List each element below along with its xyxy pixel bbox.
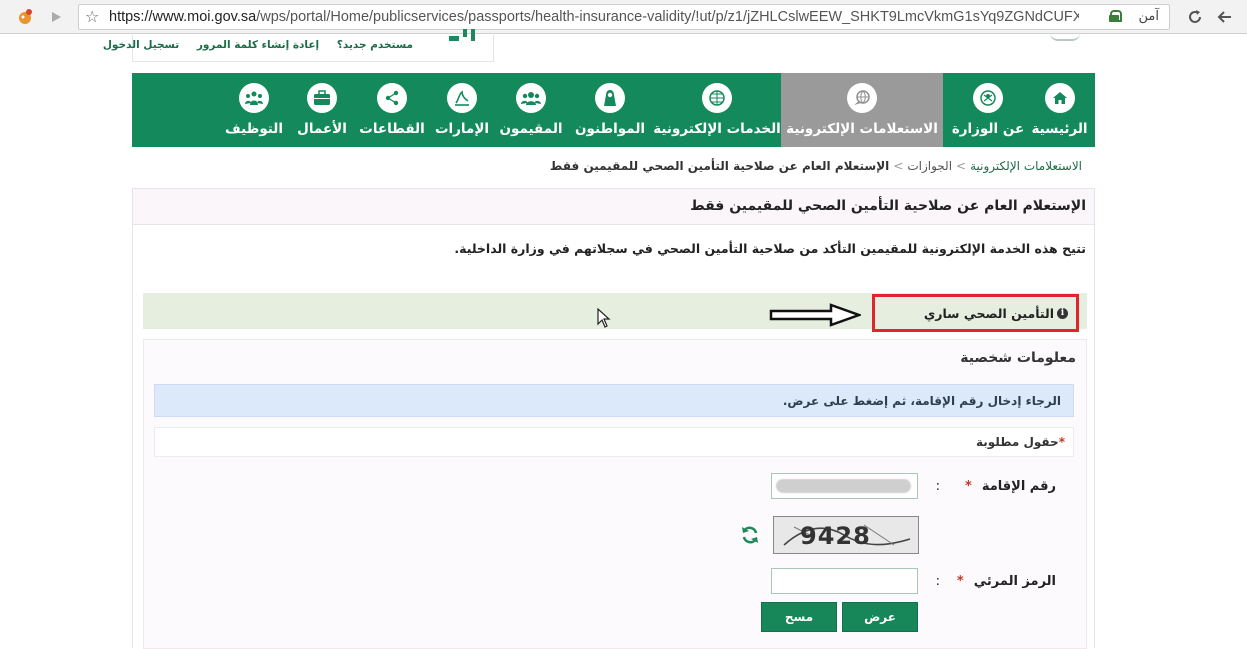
- url-text: https://www.moi.gov.sa/wps/portal/Home/p…: [109, 9, 1079, 25]
- page-title: الإستعلام العام عن صلاحية التأمين الصحي …: [690, 198, 1086, 214]
- required-fields-note: *حقول مطلوبة: [154, 427, 1074, 457]
- address-bar[interactable]: ☆ https://www.moi.gov.sa/wps/portal/Home…: [78, 4, 1170, 30]
- colon: :: [935, 479, 940, 494]
- redacted-value: [776, 479, 911, 493]
- back-icon[interactable]: [1214, 6, 1236, 28]
- login-link[interactable]: تسجيل الدخول: [103, 39, 179, 51]
- residents-icon: [516, 83, 546, 113]
- captcha-input[interactable]: [771, 568, 918, 594]
- lock-icon: [1109, 10, 1122, 22]
- nav-item-e-services[interactable]: الخدمات الإلكترونية: [653, 73, 781, 147]
- briefcase-icon: [307, 83, 337, 113]
- top-links: مستخدم جديد؟ إعادة إنشاء كلمة المرور تسج…: [89, 39, 413, 51]
- refresh-captcha-icon[interactable]: [739, 524, 761, 546]
- top-links-bar: مستخدم جديد؟ إعادة إنشاء كلمة المرور تسج…: [103, 29, 494, 62]
- required-asterisk: *: [965, 479, 972, 494]
- emirates-icon: [447, 83, 477, 113]
- nav-item-home[interactable]: الرئيسية: [1031, 73, 1088, 147]
- captcha-label: الرمز المرئي: [973, 574, 1056, 589]
- emblem-icon: [973, 83, 1003, 113]
- submit-button[interactable]: عرض: [842, 602, 918, 632]
- nav-item-emirates[interactable]: الإمارات: [429, 73, 495, 147]
- reload-icon[interactable]: [1184, 6, 1206, 28]
- info-icon: i: [1057, 307, 1068, 319]
- nav-item-e-inquiries[interactable]: الاستعلامات الإلكترونية: [781, 73, 943, 147]
- header-decoration: [1050, 33, 1080, 41]
- captcha-row: الرمز المرئي * :: [142, 568, 1086, 598]
- arrow-annotation-icon: [769, 303, 861, 327]
- employment-icon: [239, 83, 269, 113]
- status-highlight: i التأمين الصحي ساري: [872, 294, 1079, 332]
- service-description: تتيح هذه الخدمة الإلكترونية للمقيمين الت…: [454, 241, 1086, 256]
- captcha-image: 9428: [773, 516, 919, 554]
- globe-hand-icon: [847, 83, 877, 113]
- star-icon[interactable]: ☆: [85, 7, 99, 26]
- secure-label: آمن: [1138, 9, 1159, 24]
- breadcrumb-passports[interactable]: الجوازات: [907, 159, 952, 173]
- colon: :: [935, 574, 940, 589]
- status-bar: i التأمين الصحي ساري: [143, 293, 1087, 332]
- panel-header: الإستعلام العام عن صلاحية التأمين الصحي …: [133, 189, 1094, 225]
- home-icon: [1044, 83, 1075, 113]
- citizen-icon: [595, 83, 625, 113]
- section-title: معلومات شخصية: [960, 350, 1076, 366]
- nav-item-residents[interactable]: المقيمون: [495, 73, 567, 147]
- breadcrumb-current: الإستعلام العام عن صلاحية التأمين الصحي …: [549, 159, 890, 173]
- insurance-status: التأمين الصحي ساري: [923, 305, 1054, 321]
- browser-toolbar: ☆ https://www.moi.gov.sa/wps/portal/Home…: [0, 0, 1247, 34]
- required-note-text: حقول مطلوبة: [975, 435, 1059, 449]
- breadcrumb: الاستعلامات الإلكترونية>الجوازات>الإستعل…: [550, 159, 1082, 173]
- breadcrumb-e-inquiries[interactable]: الاستعلامات الإلكترونية: [970, 159, 1082, 173]
- breadcrumb-separator: >: [956, 159, 967, 173]
- breadcrumb-separator: >: [893, 159, 904, 173]
- service-panel: الإستعلام العام عن صلاحية التأمين الصحي …: [132, 188, 1095, 649]
- reset-password-link[interactable]: إعادة إنشاء كلمة المرور: [197, 39, 319, 51]
- required-asterisk: *: [956, 574, 964, 589]
- new-user-link[interactable]: مستخدم جديد؟: [337, 39, 413, 51]
- iqama-row: رقم الإقامة * :: [142, 473, 1086, 503]
- logo-icon: [435, 29, 475, 45]
- nav-item-citizens[interactable]: المواطنون: [567, 73, 653, 147]
- required-asterisk: *: [1058, 435, 1065, 449]
- sectors-icon: [377, 83, 407, 113]
- clear-button[interactable]: مسح: [761, 602, 837, 632]
- page: مستخدم جديد؟ إعادة إنشاء كلمة المرور تسج…: [0, 29, 1247, 649]
- captcha-digits: 9428: [800, 522, 871, 550]
- nav-item-about[interactable]: عن الوزارة: [949, 73, 1027, 147]
- globe-icon: [702, 83, 732, 113]
- personal-info-section: معلومات شخصية الرجاء إدخال رقم الإقامة، …: [143, 339, 1087, 649]
- iqama-label: رقم الإقامة: [981, 479, 1056, 494]
- instruction-alert: الرجاء إدخال رقم الإقامة، ثم إضغط على عر…: [154, 384, 1074, 417]
- main-nav: الرئيسية عن الوزارة الاستعلامات الإلكترو…: [132, 73, 1095, 147]
- nav-item-sectors[interactable]: القطاعات: [355, 73, 429, 147]
- nav-item-business[interactable]: الأعمال: [289, 73, 355, 147]
- nav-item-employment[interactable]: التوظيف: [219, 73, 289, 147]
- mouse-cursor-icon: [597, 308, 611, 328]
- extension-icon[interactable]: [14, 6, 36, 28]
- iqama-input[interactable]: [771, 473, 918, 499]
- instruction-text: الرجاء إدخال رقم الإقامة، ثم إضغط على عر…: [782, 394, 1061, 408]
- forward-icon[interactable]: [46, 6, 68, 28]
